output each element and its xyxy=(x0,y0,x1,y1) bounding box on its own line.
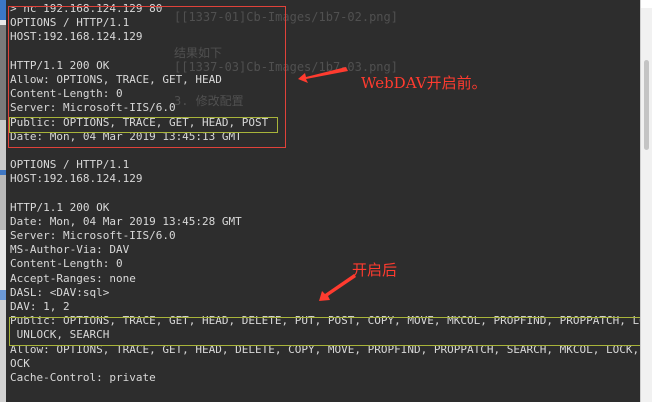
arrow-before-icon xyxy=(298,67,348,83)
terminal-line: HTTP/1.1 200 OK xyxy=(10,200,110,214)
public-before-highlight xyxy=(9,117,278,133)
public-after-highlight xyxy=(9,317,640,346)
scrollbar-thumb[interactable] xyxy=(644,60,649,150)
terminal-line: MS-Author-Via: DAV xyxy=(10,243,130,257)
terminal-line: Cache-Control: private xyxy=(10,370,156,384)
terminal-line: Content-Length: 0 xyxy=(10,257,123,271)
scrollbar[interactable] xyxy=(640,0,652,402)
terminal-line: OPTIONS / HTTP/1.1 xyxy=(10,158,130,172)
annotation-after: 开启后 xyxy=(352,261,398,279)
arrow-after-icon xyxy=(319,274,356,301)
terminal-window[interactable]: [[1337-01]Cb-Images/1b7-02.png] 结果如下 [[1… xyxy=(6,0,640,402)
terminal-line: HOST:192.168.124.129 xyxy=(10,172,143,186)
terminal-line: OCK xyxy=(10,356,30,370)
annotation-before: WebDAV开启前。 xyxy=(361,74,487,92)
terminal-line: Server: Microsoft-IIS/6.0 xyxy=(10,229,176,242)
terminal-line: Date: Mon, 04 Mar 2019 13:45:28 GMT xyxy=(10,214,242,228)
